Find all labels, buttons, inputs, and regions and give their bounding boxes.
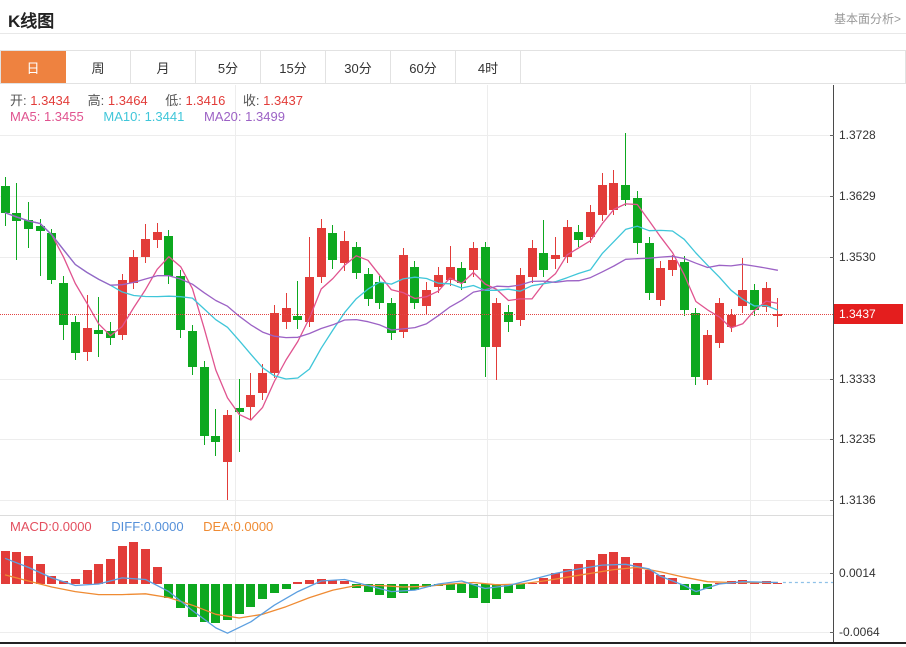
low-value: 1.3416 (186, 93, 226, 108)
price-axis-label: 1.3728 (839, 128, 876, 142)
price-axis-label: 1.3136 (839, 493, 876, 507)
macd-axis-label: -0.0064 (839, 625, 880, 639)
ma10-value: MA10: 1.3441 (103, 109, 184, 124)
bottom-border (0, 642, 906, 644)
macd-row: MACD:0.0000 DIFF:0.0000 DEA:0.0000 (10, 519, 273, 534)
open-value: 1.3434 (30, 93, 70, 108)
macd-panel-plot[interactable] (0, 516, 833, 642)
price-axis-label: 1.3235 (839, 432, 876, 446)
close-label: 收: (243, 93, 260, 108)
diff-value: DIFF:0.0000 (111, 519, 183, 534)
kline-widget: K线图 基本面分析> 日周月5分15分30分60分4时 1.37281.3629… (0, 0, 906, 647)
main-chart-plot[interactable] (0, 85, 833, 515)
close-value: 1.3437 (263, 93, 303, 108)
low-label: 低: (165, 93, 182, 108)
y-axis-line (833, 85, 834, 643)
ohlc-row: 开: 1.3434 高: 1.3464 低: 1.3416 收: 1.3437 (10, 90, 317, 109)
last-price-badge: 1.3437 (834, 304, 903, 324)
high-value: 1.3464 (108, 93, 148, 108)
ma5-value: MA5: 1.3455 (10, 109, 84, 124)
price-axis-label: 1.3333 (839, 372, 876, 386)
ma20-value: MA20: 1.3499 (204, 109, 285, 124)
macd-value: MACD:0.0000 (10, 519, 92, 534)
macd-axis-label: 0.0014 (839, 566, 876, 580)
dea-value: DEA:0.0000 (203, 519, 273, 534)
ma-row: MA5: 1.3455 MA10: 1.3441 MA20: 1.3499 (10, 109, 285, 124)
open-label: 开: (10, 93, 27, 108)
high-label: 高: (88, 93, 105, 108)
price-axis-label: 1.3629 (839, 189, 876, 203)
price-axis-label: 1.3530 (839, 250, 876, 264)
